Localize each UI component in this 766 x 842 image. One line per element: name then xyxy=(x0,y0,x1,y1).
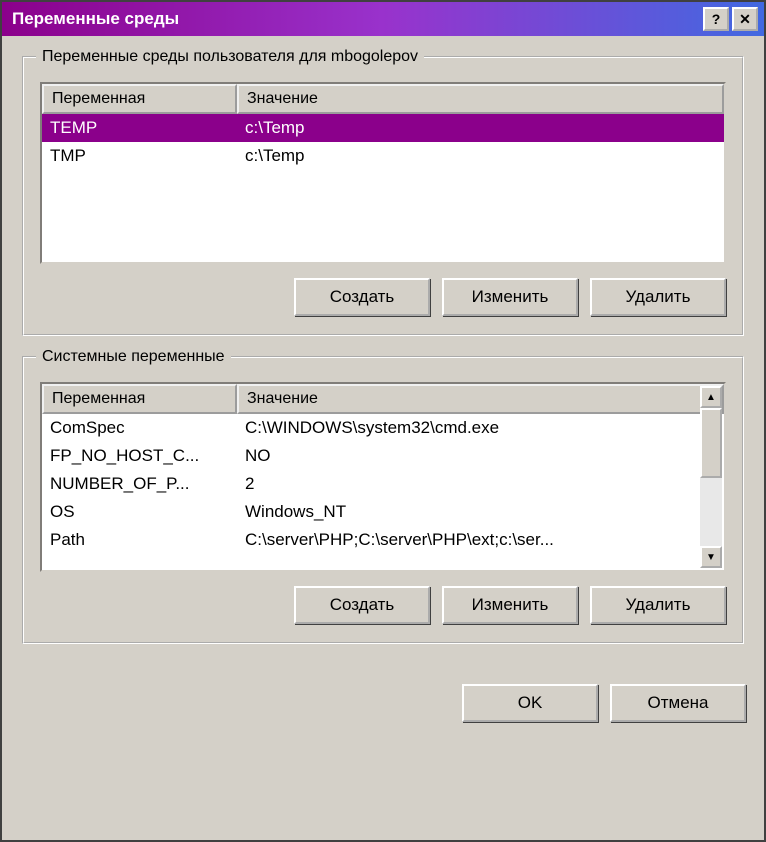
system-edit-button[interactable]: Изменить xyxy=(442,586,578,624)
table-row[interactable]: FP_NO_HOST_C...NO xyxy=(42,442,724,470)
scroll-track[interactable] xyxy=(700,408,722,546)
user-rows: TEMPc:\TempTMPc:\Temp xyxy=(42,114,724,170)
table-row[interactable]: PathC:\server\PHP;C:\server\PHP\ext;c:\s… xyxy=(42,526,724,554)
user-col-variable[interactable]: Переменная xyxy=(42,84,237,114)
scroll-up-icon[interactable]: ▲ xyxy=(700,386,722,408)
user-create-button[interactable]: Создать xyxy=(294,278,430,316)
cancel-button[interactable]: Отмена xyxy=(610,684,746,722)
titlebar: Переменные среды ? ✕ xyxy=(2,2,764,36)
scroll-down-icon[interactable]: ▼ xyxy=(700,546,722,568)
variable-value: 2 xyxy=(237,472,724,496)
variable-name: ComSpec xyxy=(42,416,237,440)
table-row[interactable]: TMPc:\Temp xyxy=(42,142,724,170)
variable-name: FP_NO_HOST_C... xyxy=(42,444,237,468)
variable-name: TEMP xyxy=(42,116,237,140)
system-variables-group: Системные переменные Переменная Значение… xyxy=(22,356,744,644)
table-row[interactable]: ComSpecC:\WINDOWS\system32\cmd.exe xyxy=(42,414,724,442)
titlebar-buttons: ? ✕ xyxy=(703,7,758,31)
close-button[interactable]: ✕ xyxy=(732,7,758,31)
system-button-row: Создать Изменить Удалить xyxy=(40,586,726,624)
variable-value: c:\Temp xyxy=(237,116,724,140)
system-col-value[interactable]: Значение xyxy=(237,384,724,414)
ok-button[interactable]: OK xyxy=(462,684,598,722)
user-group-title: Переменные среды пользователя для mbogol… xyxy=(36,48,424,66)
variable-value: C:\WINDOWS\system32\cmd.exe xyxy=(237,416,724,440)
variable-value: c:\Temp xyxy=(237,144,724,168)
system-group-title: Системные переменные xyxy=(36,348,231,366)
variable-name: TMP xyxy=(42,144,237,168)
system-rows: ComSpecC:\WINDOWS\system32\cmd.exeFP_NO_… xyxy=(42,414,724,554)
user-variables-list[interactable]: Переменная Значение TEMPc:\TempTMPc:\Tem… xyxy=(40,82,726,264)
variable-value: NO xyxy=(237,444,724,468)
variable-value: Windows_NT xyxy=(237,500,724,524)
user-col-value[interactable]: Значение xyxy=(237,84,724,114)
environment-variables-dialog: Переменные среды ? ✕ Переменные среды по… xyxy=(0,0,766,842)
system-variables-list[interactable]: Переменная Значение ComSpecC:\WINDOWS\sy… xyxy=(40,382,726,572)
variable-name: Path xyxy=(42,528,237,552)
system-scrollbar[interactable]: ▲ ▼ xyxy=(700,386,722,568)
user-delete-button[interactable]: Удалить xyxy=(590,278,726,316)
user-list-headers: Переменная Значение xyxy=(42,84,724,114)
system-delete-button[interactable]: Удалить xyxy=(590,586,726,624)
window-title: Переменные среды xyxy=(8,9,179,29)
dialog-content: Переменные среды пользователя для mbogol… xyxy=(2,36,764,684)
table-row[interactable]: OSWindows_NT xyxy=(42,498,724,526)
variable-name: OS xyxy=(42,500,237,524)
scroll-thumb[interactable] xyxy=(700,408,722,478)
table-row[interactable]: NUMBER_OF_P...2 xyxy=(42,470,724,498)
variable-name: NUMBER_OF_P... xyxy=(42,472,237,496)
help-button[interactable]: ? xyxy=(703,7,729,31)
system-create-button[interactable]: Создать xyxy=(294,586,430,624)
table-row[interactable]: TEMPc:\Temp xyxy=(42,114,724,142)
dialog-buttons: OK Отмена xyxy=(2,684,764,740)
user-edit-button[interactable]: Изменить xyxy=(442,278,578,316)
system-col-variable[interactable]: Переменная xyxy=(42,384,237,414)
variable-value: C:\server\PHP;C:\server\PHP\ext;c:\ser..… xyxy=(237,528,724,552)
user-button-row: Создать Изменить Удалить xyxy=(40,278,726,316)
user-variables-group: Переменные среды пользователя для mbogol… xyxy=(22,56,744,336)
system-list-headers: Переменная Значение xyxy=(42,384,724,414)
